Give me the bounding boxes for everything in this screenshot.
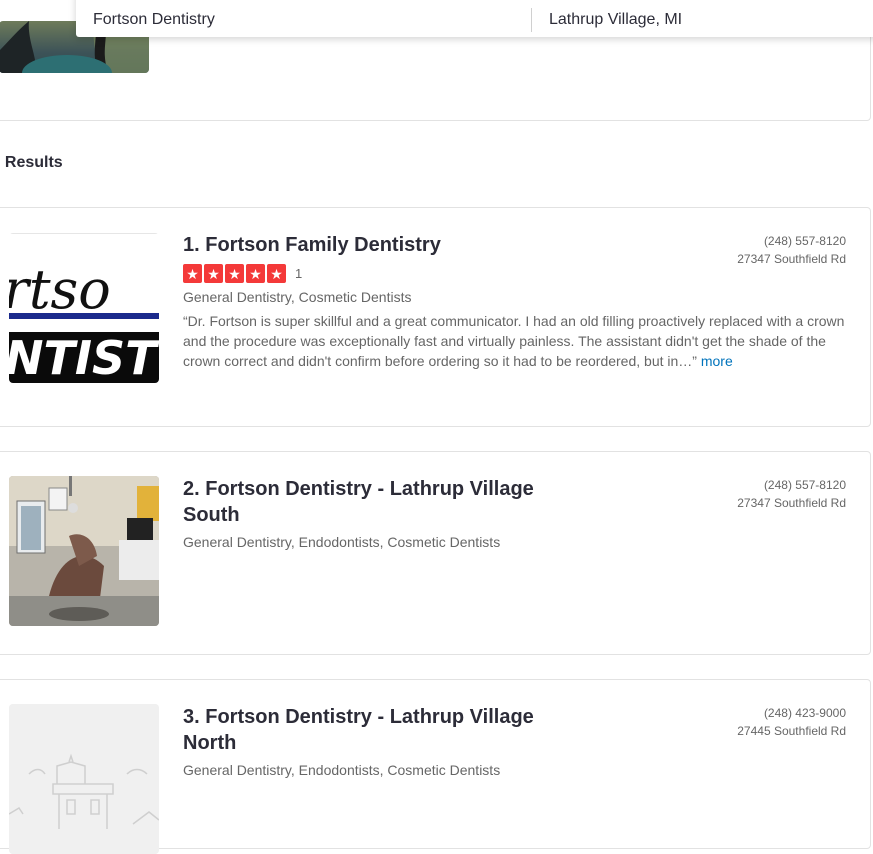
result-1-info: 1. Fortson Family Dentistry ★ ★ ★ ★ ★ 1 … bbox=[183, 232, 847, 371]
result-3-name[interactable]: 3. Fortson Dentistry - Lathrup Village N… bbox=[183, 704, 583, 756]
result-2-address: 27347 Southfield Rd bbox=[737, 496, 846, 510]
result-2-name[interactable]: 2. Fortson Dentistry - Lathrup Village S… bbox=[183, 476, 583, 528]
result-3-phone: (248) 423-9000 bbox=[763, 706, 846, 720]
star-icon: ★ bbox=[183, 264, 202, 283]
result-1-name[interactable]: 1. Fortson Family Dentistry bbox=[183, 232, 583, 258]
search-bar: Fortson Dentistry Lathrup Village, MI bbox=[76, 0, 873, 37]
result-1-logo[interactable]: rtso NTIST bbox=[9, 233, 159, 383]
building-icon bbox=[9, 704, 159, 854]
section-title: l Results bbox=[0, 154, 63, 171]
result-card-3[interactable]: (248) 423-9000 27445 Southfield Rd 3. Fo… bbox=[0, 679, 871, 854]
search-what-input[interactable]: Fortson Dentistry bbox=[76, 0, 531, 29]
result-card-1[interactable]: rtso NTIST (248) 557-8120 27347 Southfie… bbox=[0, 207, 871, 427]
result-1-logo-text-top: rtso bbox=[9, 258, 111, 321]
result-3-contact: (248) 423-9000 27445 Southfield Rd bbox=[737, 704, 846, 740]
star-icon: ★ bbox=[225, 264, 244, 283]
result-3-placeholder-photo[interactable] bbox=[9, 704, 159, 854]
result-1-more-link[interactable]: more bbox=[701, 353, 733, 369]
result-3-info: 3. Fortson Dentistry - Lathrup Village N… bbox=[183, 704, 583, 778]
result-2-categories: General Dentistry, Endodontists, Cosmeti… bbox=[183, 534, 501, 550]
star-icon: ★ bbox=[204, 264, 223, 283]
star-icon: ★ bbox=[246, 264, 265, 283]
result-2-contact: (248) 557-8120 27347 Southfield Rd bbox=[737, 476, 846, 512]
result-3-address: 27445 Southfield Rd bbox=[737, 724, 846, 738]
result-3-categories: General Dentistry, Endodontists, Cosmeti… bbox=[183, 762, 501, 778]
result-1-categories: General Dentistry, Cosmetic Dentists bbox=[183, 289, 412, 305]
result-card-2[interactable]: (248) 557-8120 27347 Southfield Rd 2. Fo… bbox=[0, 451, 871, 655]
result-1-review-count[interactable]: 1 bbox=[295, 266, 302, 281]
star-icon: ★ bbox=[267, 264, 286, 283]
result-2-photo[interactable] bbox=[9, 476, 159, 626]
result-2-info: 2. Fortson Dentistry - Lathrup Village S… bbox=[183, 476, 583, 550]
result-1-snippet-text: “Dr. Fortson is super skillful and a gre… bbox=[183, 313, 845, 369]
search-where-input[interactable]: Lathrup Village, MI bbox=[531, 7, 682, 32]
result-1-rating[interactable]: ★ ★ ★ ★ ★ 1 bbox=[183, 264, 847, 283]
result-1-review-snippet: “Dr. Fortson is super skillful and a gre… bbox=[183, 311, 847, 371]
result-1-logo-text-bottom: NTIST bbox=[9, 331, 159, 383]
result-2-phone: (248) 557-8120 bbox=[763, 478, 846, 492]
